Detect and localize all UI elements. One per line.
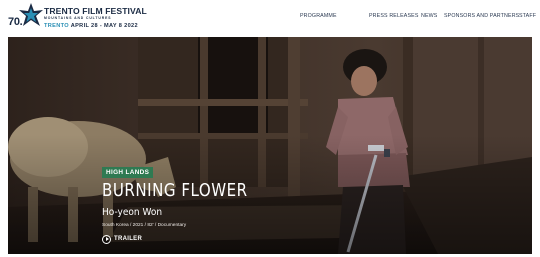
nav-item-programme[interactable]: PROGRAMME	[300, 13, 337, 19]
nav-item-sponsors-partners[interactable]: SPONSORS AND PARTNERS	[444, 13, 519, 19]
nav-item-staff[interactable]: STAFF	[519, 13, 536, 19]
trailer-label: TRAILER	[114, 236, 143, 242]
play-icon	[102, 234, 111, 244]
hero-film-still	[8, 37, 532, 254]
nav-item-press-releases[interactable]: PRESS RELEASES	[369, 13, 419, 19]
logo-location: TRENTO	[44, 23, 69, 29]
nav-item-news[interactable]: NEWS	[421, 13, 438, 19]
main-nav: PROGRAMME PRESS RELEASES NEWS SPONSORS A…	[0, 13, 540, 23]
hero-banner[interactable]: HIGH LANDS BURNING FLOWER Ho-yeon Won So…	[8, 37, 532, 254]
trailer-button[interactable]: TRAILER	[102, 233, 142, 245]
film-director: Ho-yeon Won	[102, 207, 163, 218]
site-header: 70. TRENTO FILM FESTIVAL MOUNTAINS AND C…	[0, 0, 540, 37]
section-tag[interactable]: HIGH LANDS	[102, 167, 154, 178]
film-meta: South Korea / 2021 / 82' / Documentary	[102, 223, 187, 228]
film-title[interactable]: BURNING FLOWER	[102, 181, 248, 201]
logo-dates: TRENTO APRIL 28 - MAY 8 2022	[44, 23, 138, 29]
logo-date-range: APRIL 28 - MAY 8 2022	[70, 23, 138, 29]
